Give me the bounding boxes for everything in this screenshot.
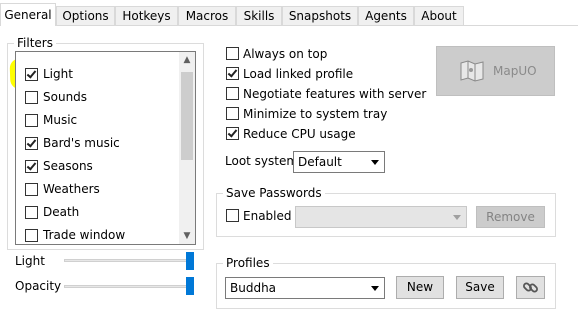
filter-item-weathers[interactable]: Weathers: [16, 179, 181, 199]
save-profile-button[interactable]: Save: [456, 276, 504, 299]
save-passwords-enabled-checkbox[interactable]: [226, 209, 239, 222]
filter-label: Death: [43, 205, 80, 219]
mapuo-label: MapUO: [493, 64, 537, 78]
tab-agents[interactable]: Agents: [358, 6, 414, 26]
option-label: Always on top: [243, 47, 328, 61]
option-label: Load linked profile: [243, 67, 354, 81]
filter-checkbox-trade-window[interactable]: [25, 229, 38, 242]
opacity-slider-thumb[interactable]: [186, 277, 194, 295]
link-profile-button[interactable]: [516, 276, 545, 299]
filter-label: Weathers: [43, 182, 100, 196]
load-linked-profile-checkbox[interactable]: [226, 67, 239, 80]
scroll-down-icon[interactable]: ▼: [179, 228, 195, 244]
tab-snapshots[interactable]: Snapshots: [282, 6, 358, 26]
filter-label: Music: [43, 113, 78, 127]
saved-account-select[interactable]: [295, 206, 467, 228]
map-icon: [460, 60, 484, 82]
profile-value: Buddha: [230, 281, 277, 295]
filter-checkbox-bards-music[interactable]: [25, 137, 38, 150]
negotiate-features-checkbox[interactable]: [226, 87, 239, 100]
profiles-title: Profiles: [223, 255, 273, 271]
tab-options[interactable]: Options: [56, 6, 115, 26]
filter-checkbox-seasons[interactable]: [25, 160, 38, 173]
always-on-top-checkbox[interactable]: [226, 47, 239, 60]
chevron-down-icon: [371, 286, 379, 291]
tab-divider: [0, 25, 578, 26]
tab-about[interactable]: About: [414, 6, 464, 26]
option-label: Minimize to system tray: [243, 107, 388, 121]
tab-bar: General Options Hotkeys Macros Skills Sn…: [0, 0, 578, 26]
option-label: Reduce CPU usage: [243, 127, 356, 141]
save-passwords-title: Save Passwords: [223, 185, 325, 201]
filter-checkbox-light[interactable]: [25, 68, 38, 81]
tab-hotkeys[interactable]: Hotkeys: [115, 6, 178, 26]
link-icon: [523, 282, 538, 293]
tab-macros[interactable]: Macros: [178, 6, 236, 26]
filter-item-music[interactable]: Music: [16, 110, 181, 130]
mapuo-button[interactable]: MapUO: [436, 46, 555, 96]
opacity-slider-label: Opacity: [15, 279, 62, 293]
minimize-to-tray-checkbox[interactable]: [226, 107, 239, 120]
opacity-slider[interactable]: [64, 285, 194, 288]
loot-system-value: Default: [298, 155, 342, 169]
filters-scrollbar[interactable]: ▲ ▼: [179, 52, 195, 244]
filter-checkbox-sounds[interactable]: [25, 91, 38, 104]
profile-select[interactable]: Buddha: [225, 277, 385, 299]
filters-title: Filters: [14, 35, 56, 51]
filter-label: Sounds: [43, 90, 88, 104]
scroll-up-icon[interactable]: ▲: [179, 52, 195, 68]
chevron-down-icon: [371, 160, 379, 165]
filter-label: Light: [43, 67, 73, 81]
filters-list[interactable]: Light Sounds Music Bard's music Seasons …: [15, 51, 196, 245]
filter-checkbox-weathers[interactable]: [25, 183, 38, 196]
filter-item-sounds[interactable]: Sounds: [16, 87, 181, 107]
light-slider[interactable]: [64, 259, 194, 262]
filter-checkbox-death[interactable]: [25, 206, 38, 219]
tab-skills[interactable]: Skills: [236, 6, 282, 26]
chevron-down-icon: [453, 215, 461, 220]
loot-system-select[interactable]: Default: [293, 151, 385, 173]
remove-button[interactable]: Remove: [476, 206, 545, 228]
filter-checkbox-music[interactable]: [25, 114, 38, 127]
filter-label: Seasons: [43, 159, 93, 173]
scroll-thumb[interactable]: [181, 72, 193, 160]
tab-general[interactable]: General: [0, 3, 56, 26]
light-slider-thumb[interactable]: [186, 252, 194, 270]
light-slider-label: Light: [15, 254, 45, 268]
enabled-label: Enabled: [243, 209, 292, 223]
new-profile-button[interactable]: New: [396, 276, 444, 299]
filter-item-death[interactable]: Death: [16, 202, 181, 222]
filter-item-seasons[interactable]: Seasons: [16, 156, 181, 176]
reduce-cpu-checkbox[interactable]: [226, 127, 239, 140]
filter-item-trade-window[interactable]: Trade window: [16, 225, 181, 244]
filter-item-light[interactable]: Light: [16, 64, 181, 84]
filter-item-bards-music[interactable]: Bard's music: [16, 133, 181, 153]
option-label: Negotiate features with server: [243, 87, 427, 101]
filter-label: Trade window: [43, 228, 126, 242]
loot-system-label: Loot system: [225, 154, 299, 168]
filter-label: Bard's music: [43, 136, 120, 150]
